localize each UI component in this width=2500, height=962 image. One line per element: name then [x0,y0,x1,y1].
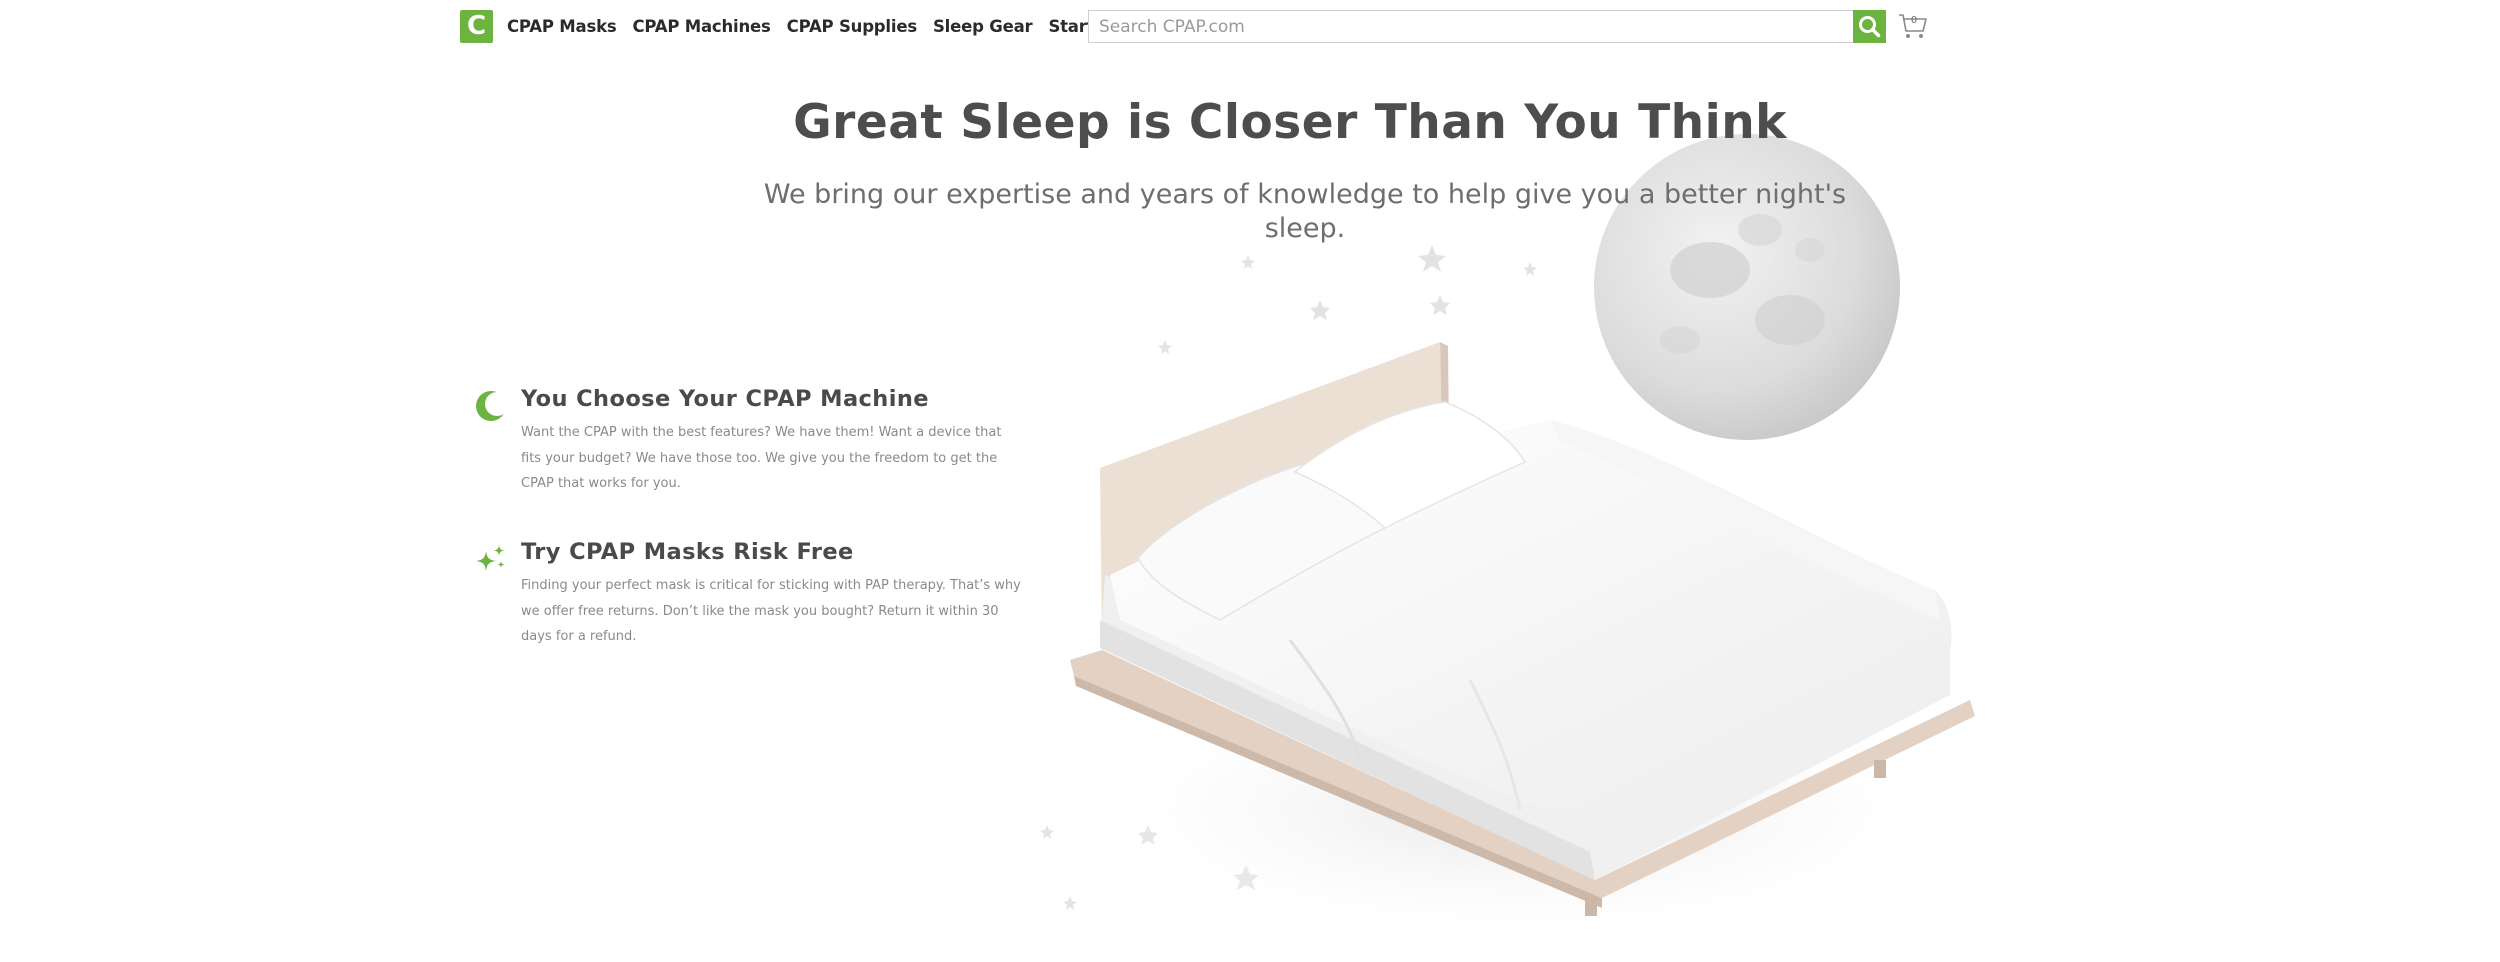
search-button[interactable] [1853,10,1886,43]
feature-title: You Choose Your CPAP Machine [521,386,929,412]
hero-title: Great Sleep is Closer Than You Think [793,95,1787,150]
search-input[interactable] [1088,10,1853,43]
sparkles-icon [476,545,505,571]
search-bar [1088,10,1888,43]
logo-letter: C [466,11,487,41]
crescent-moon-icon [476,391,507,421]
feature-body: Finding your perfect mask is critical fo… [521,578,1021,644]
nav-cpap-supplies[interactable]: CPAP Supplies [787,16,917,38]
hero-subtitle: We bring our expertise and years of know… [763,179,1847,244]
nav-sleep-gear[interactable]: Sleep Gear [933,16,1033,38]
cart-count: 0 [1910,15,1918,26]
site-header: C CPAP Masks CPAP Machines CPAP Supplies… [0,0,2500,56]
nav-cpap-masks[interactable]: CPAP Masks [507,16,617,38]
main-nav: CPAP Masks CPAP Machines CPAP Supplies S… [507,16,1178,38]
feature-title: Try CPAP Masks Risk Free [521,539,854,565]
nav-cpap-machines[interactable]: CPAP Machines [632,16,770,38]
feature-body: Want the CPAP with the best features? We… [521,425,1002,491]
cart-button[interactable]: 0 [1898,12,1928,40]
cpap-logo[interactable]: C [460,10,493,43]
bed-and-moon-illustration [1040,134,1980,950]
search-icon [1859,16,1881,38]
